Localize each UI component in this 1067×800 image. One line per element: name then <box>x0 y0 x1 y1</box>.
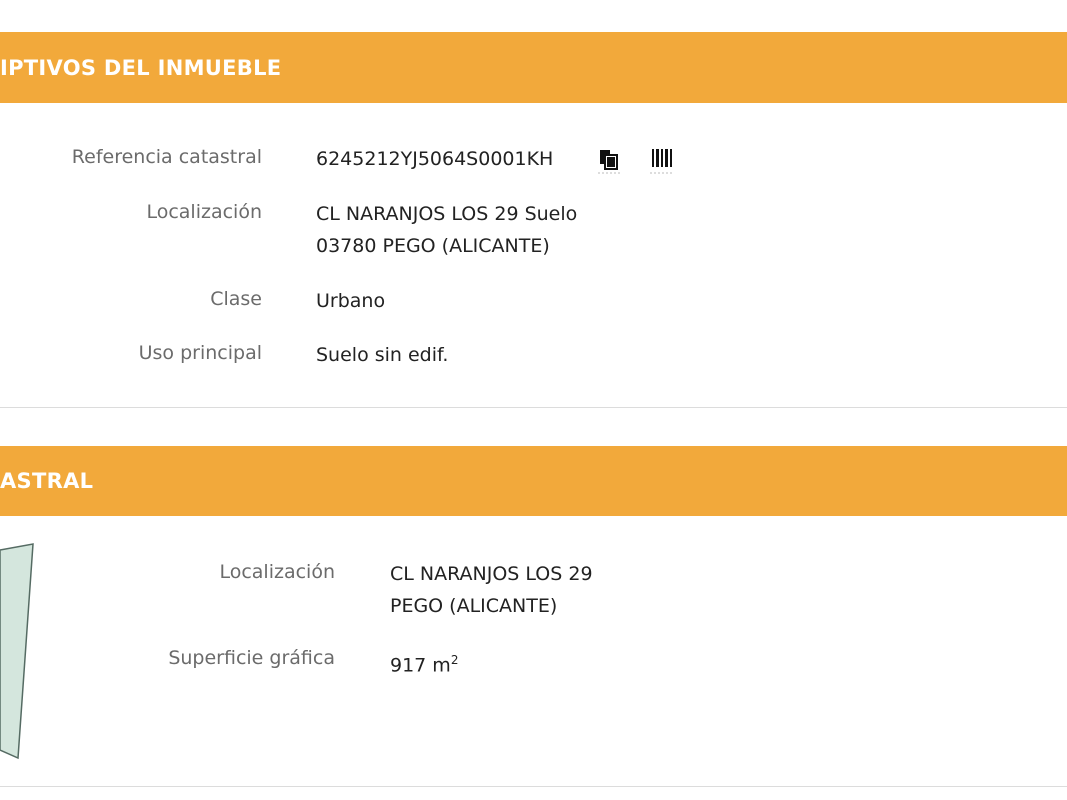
section-divider <box>0 786 1067 787</box>
section-header-descriptivos: IPTIVOS DEL INMUEBLE <box>0 32 1067 103</box>
barcode-icon[interactable] <box>650 147 676 175</box>
section-header-parcela-catastral: ASTRAL <box>0 446 1067 516</box>
parcela-localizacion-label: Localización <box>219 561 335 583</box>
section-divider <box>0 407 1067 408</box>
parcel-map-thumbnail[interactable] <box>0 540 40 765</box>
superficie-number: 917 m <box>390 654 451 677</box>
parcela-localizacion-line1: CL NARANJOS LOS 29 <box>390 563 593 585</box>
copy-icon[interactable] <box>598 147 624 175</box>
superficie-grafica-label: Superficie gráfica <box>168 647 335 669</box>
section-title: ASTRAL <box>0 469 94 493</box>
section-title: IPTIVOS DEL INMUEBLE <box>0 55 282 80</box>
clase-label: Clase <box>210 288 262 310</box>
localizacion-line2: 03780 PEGO (ALICANTE) <box>316 235 550 257</box>
localizacion-line1: CL NARANJOS LOS 29 Suelo <box>316 203 578 225</box>
referencia-label: Referencia catastral <box>71 146 262 168</box>
superficie-grafica-value: 917 m2 <box>390 644 458 681</box>
uso-principal-label: Uso principal <box>138 342 262 364</box>
localizacion-label: Localización <box>146 201 262 223</box>
uso-principal-value: Suelo sin edif. <box>316 344 449 366</box>
superficie-unit-exponent: 2 <box>450 653 459 667</box>
catastro-page: IPTIVOS DEL INMUEBLE Referencia catastra… <box>0 0 1067 800</box>
referencia-value: 6245212YJ5064S0001KH <box>316 148 554 170</box>
clase-value: Urbano <box>316 290 386 312</box>
parcela-localizacion-line2: PEGO (ALICANTE) <box>390 595 558 617</box>
